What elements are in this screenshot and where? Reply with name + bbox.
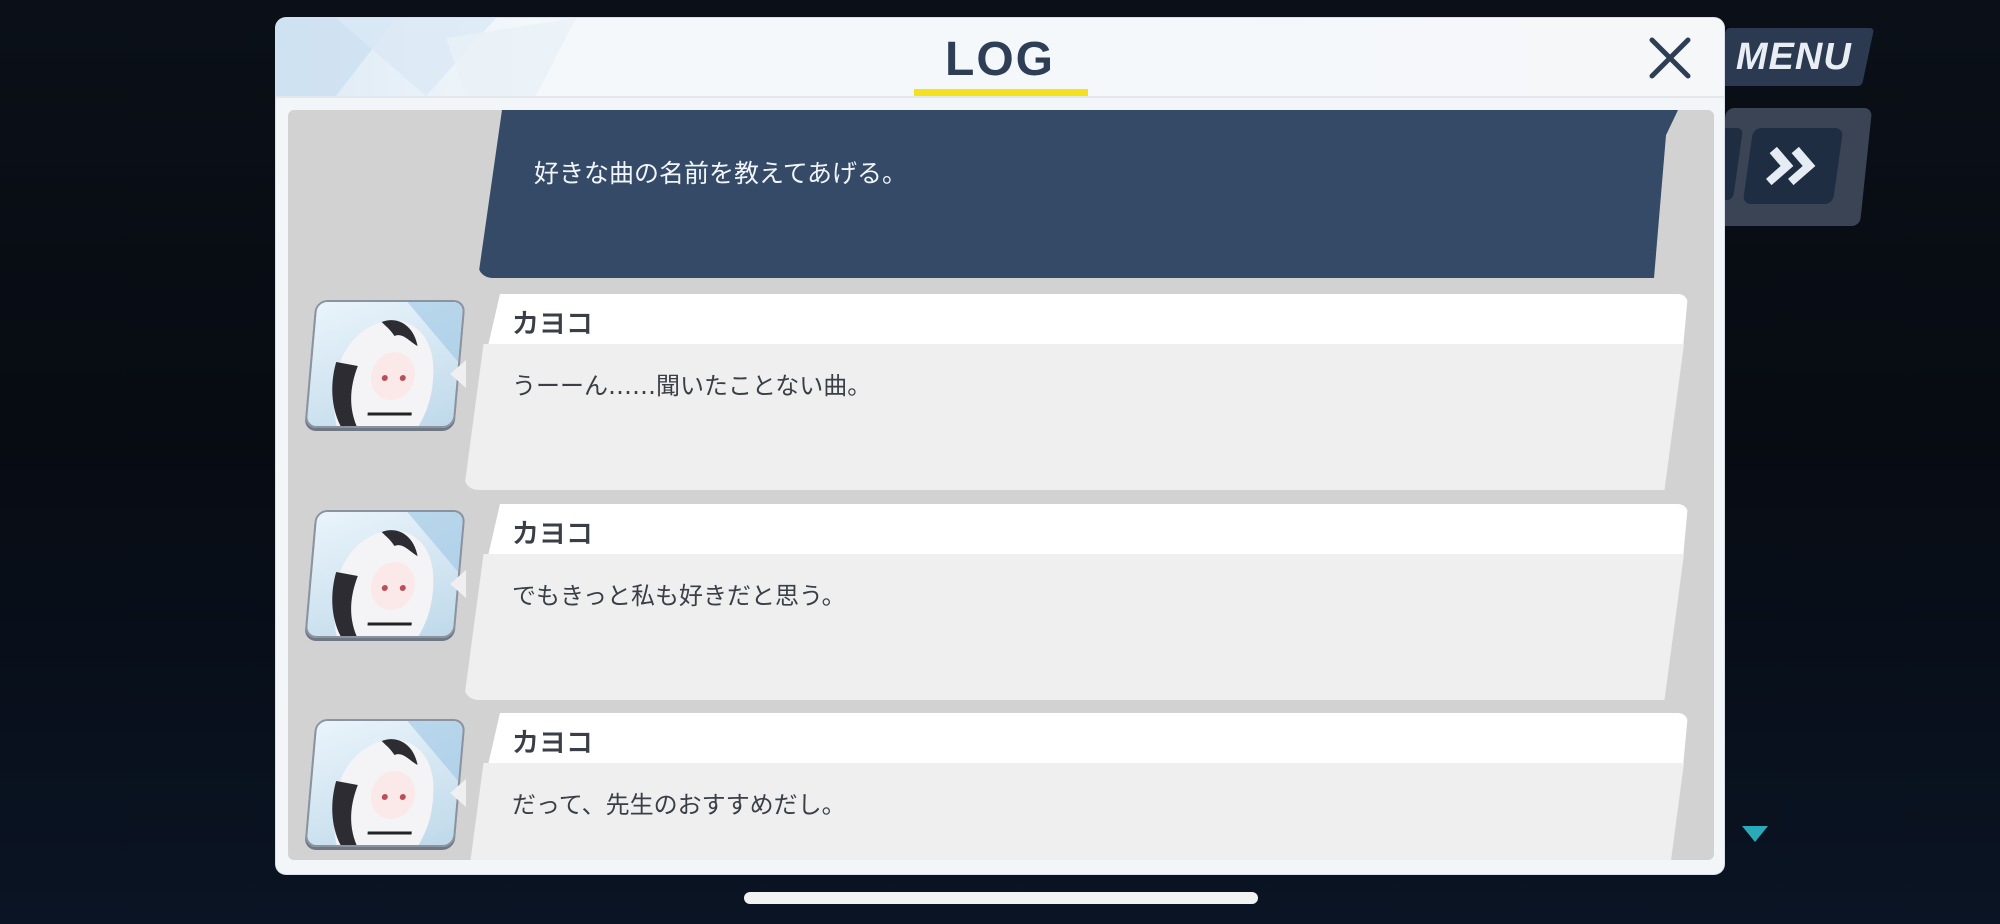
narration-bubble: 好きな曲の名前を教えてあげる。 [478,110,1678,278]
close-icon [1649,37,1691,79]
fast-forward-button[interactable] [1742,128,1844,204]
menu-label: MENU [1736,35,1852,78]
speaker-header [488,294,1688,346]
dialogue-text: うーーん……聞いたことない曲。 [512,372,872,400]
dialogue-text: でもきっと私も好きだと思う。 [512,582,846,610]
narration-text: 好きな曲の名前を教えてあげる。 [534,159,908,188]
list-item: カヨコ だって、先生のおすすめだし。 [288,713,1714,860]
dialogue-text: だって、先生のおすすめだし。 [512,791,846,819]
home-indicator[interactable] [744,892,1258,904]
character-portrait [332,302,464,426]
log-dialog: LOG 好きな曲の名前を教えてあげる。 カヨコ うーーん……聞いたことない曲。 … [276,18,1724,874]
close-button[interactable] [1644,32,1696,84]
speaker-name: カヨコ [512,728,593,759]
bubble-pointer [450,570,466,598]
list-item: カヨコ うーーん……聞いたことない曲。 [288,294,1714,494]
avatar [304,300,466,428]
scroll-down-indicator-icon [1742,826,1768,842]
title-underline [914,89,1088,96]
bubble-pointer [450,360,466,388]
avatar [304,719,466,847]
speaker-name: カヨコ [512,519,593,550]
character-portrait [332,512,464,636]
log-list[interactable]: 好きな曲の名前を教えてあげる。 カヨコ うーーん……聞いたことない曲。 カヨコ … [288,110,1714,860]
dialog-header: LOG [276,18,1724,98]
speaker-name: カヨコ [512,309,593,340]
speaker-header [488,504,1688,556]
bubble-pointer [450,779,466,807]
speaker-header [488,713,1688,765]
menu-button[interactable]: MENU [1713,28,1875,86]
dialog-title: LOG [945,33,1055,86]
character-portrait [332,721,464,845]
double-chevron-right-icon [1766,146,1816,186]
list-item: カヨコ でもきっと私も好きだと思う。 [288,504,1714,704]
avatar [304,510,466,638]
